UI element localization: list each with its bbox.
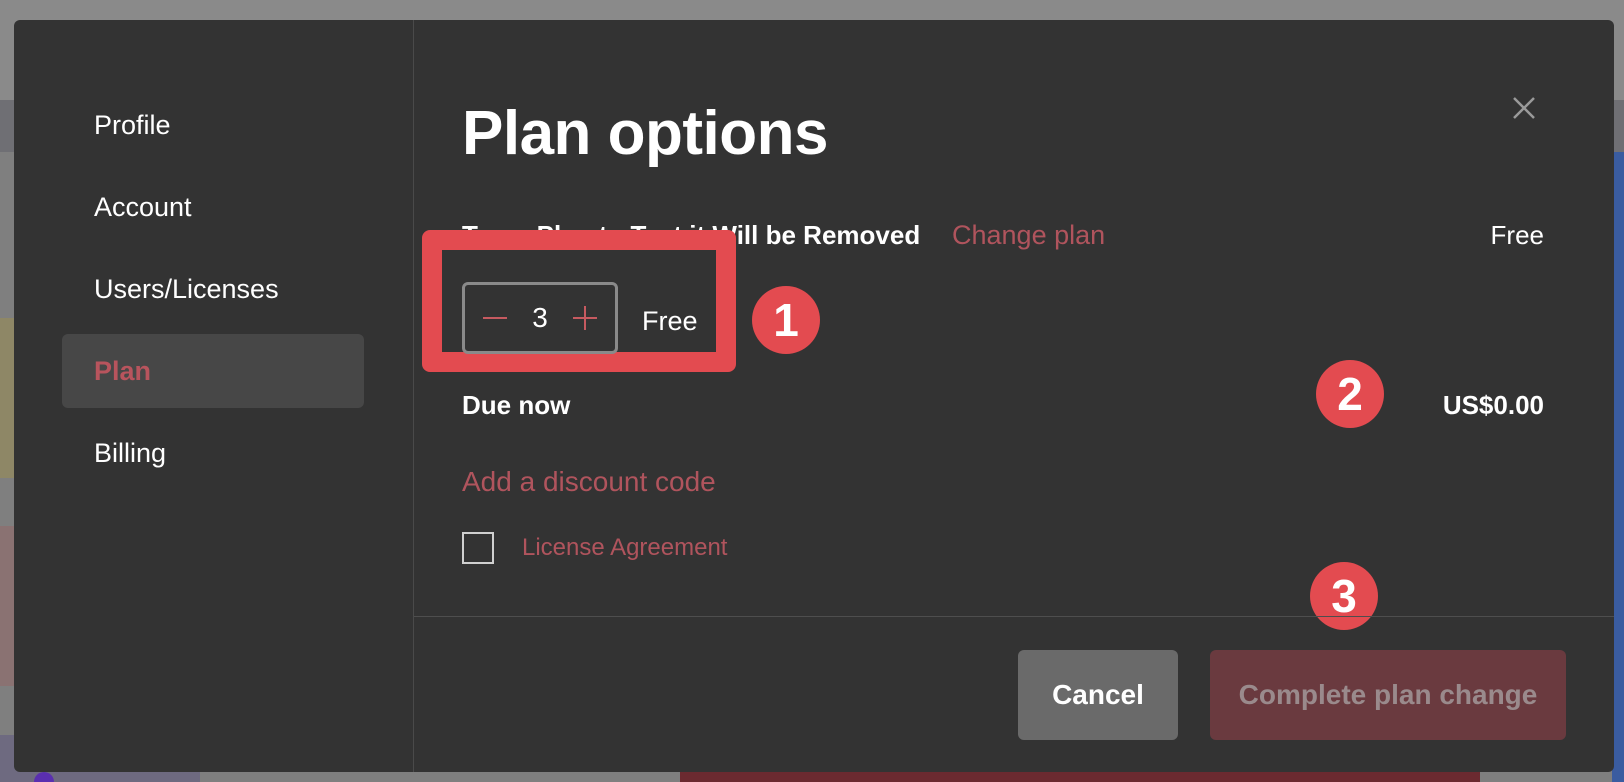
close-button[interactable]	[1504, 88, 1544, 128]
sidebar-item-plan[interactable]: Plan	[62, 334, 364, 408]
license-agreement-link[interactable]: License Agreement	[522, 534, 727, 562]
settings-sidebar: Profile Account Users/Licenses Plan Bill…	[14, 20, 414, 772]
quantity-value: 3	[532, 302, 548, 333]
sidebar-item-profile[interactable]: Profile	[62, 88, 364, 162]
footer-divider	[414, 616, 1614, 617]
license-agreement-checkbox[interactable]	[462, 532, 494, 564]
decrement-button[interactable]	[481, 304, 509, 332]
complete-plan-change-button[interactable]: Complete plan change	[1210, 650, 1566, 740]
sidebar-item-account[interactable]: Account	[62, 170, 364, 244]
due-now-amount: US$0.00	[1442, 390, 1544, 420]
plan-options-panel: Plan options Temp Plan to Test it Will b…	[414, 20, 1614, 772]
add-discount-code-link[interactable]: Add a discount code	[462, 466, 716, 498]
sidebar-item-billing[interactable]: Billing	[62, 416, 364, 490]
quantity-price: Free	[642, 306, 698, 336]
plan-options-dialog: Profile Account Users/Licenses Plan Bill…	[14, 20, 1614, 772]
close-icon	[1513, 97, 1535, 119]
change-plan-link[interactable]: Change plan	[952, 220, 1105, 251]
increment-button[interactable]	[571, 304, 599, 332]
cancel-button[interactable]: Cancel	[1018, 650, 1178, 740]
sidebar-item-users-licenses[interactable]: Users/Licenses	[62, 252, 364, 326]
quantity-stepper[interactable]: 3	[462, 282, 618, 354]
annotation-badge-3: 3	[1310, 562, 1378, 630]
page-title: Plan options	[462, 99, 829, 168]
annotation-badge-2: 2	[1316, 360, 1384, 428]
annotation-badge-1: 1	[752, 286, 820, 354]
plan-price: Free	[1490, 220, 1544, 250]
due-now-label: Due now	[462, 390, 571, 420]
